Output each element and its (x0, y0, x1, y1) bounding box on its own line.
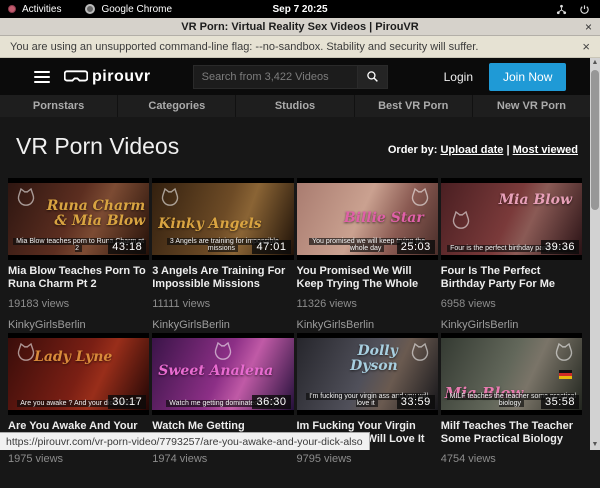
page-content: VR Porn Videos Order by: Upload date | M… (0, 117, 590, 450)
cat-mask-logo-icon (552, 341, 576, 365)
video-thumbnail[interactable]: Mia Blow Four is the perfect birthday pa… (441, 178, 582, 260)
order-by-label: Order by: (388, 144, 438, 156)
thumbnail-title-art: Sweet Analena (152, 364, 289, 379)
site-header: pirouvr Login Join Now (0, 58, 600, 95)
studio-link[interactable]: KinkyGirlsBerlin (152, 319, 293, 331)
system-top-bar: Activities Google Chrome Sep 7 20:25 (0, 0, 600, 18)
view-count: 19183 views (8, 298, 149, 310)
video-title[interactable]: Milf Teaches The Teacher Some Practical … (441, 420, 582, 446)
thumbnail-title-art: Mia Blow (441, 193, 572, 208)
video-thumbnail[interactable]: Runa Charm & Mia Blow Mia Blow teaches p… (8, 178, 149, 260)
duration-badge: 36:30 (252, 395, 290, 409)
video-thumbnail[interactable]: Billie Star You promised we will keep tr… (297, 178, 438, 260)
cat-mask-logo-icon (158, 186, 182, 210)
duration-badge: 35:58 (541, 395, 579, 409)
video-card[interactable]: Mia Blow Four is the perfect birthday pa… (441, 178, 582, 333)
studio-link[interactable]: KinkyGirlsBerlin (8, 319, 149, 331)
thumbnail-title-art: Kinky Angels (152, 217, 289, 232)
close-window-icon[interactable]: × (585, 20, 592, 34)
sandbox-warning-bar: You are using an unsupported command-lin… (0, 36, 600, 58)
browser-title-bar: VR Porn: Virtual Reality Sex Videos | Pi… (0, 18, 600, 36)
video-title[interactable]: You Promised We Will Keep Trying The Who… (297, 265, 438, 291)
link-status-tooltip: https://pirouvr.com/vr-porn-video/779325… (0, 432, 370, 450)
power-icon[interactable] (579, 4, 590, 15)
video-thumbnail[interactable]: Kinky Angels 3 Angels are training for i… (152, 178, 293, 260)
nav-item-studios[interactable]: Studios (236, 95, 354, 117)
studio-link[interactable]: KinkyGirlsBerlin (297, 319, 438, 331)
login-link[interactable]: Login (444, 70, 473, 84)
cat-mask-logo-icon (449, 209, 473, 233)
duration-badge: 33:59 (397, 395, 435, 409)
scroll-up-arrow-icon[interactable]: ▲ (590, 58, 600, 68)
view-count: 1975 views (8, 453, 149, 465)
scrollbar-thumb[interactable] (591, 70, 599, 210)
duration-badge: 43:18 (108, 240, 146, 254)
nav-item-best-vr-porn[interactable]: Best VR Porn (355, 95, 473, 117)
view-count: 11326 views (297, 298, 438, 310)
video-card[interactable]: Sweet Analena Watch me getting dominated… (152, 333, 293, 488)
hamburger-menu-icon[interactable] (34, 71, 50, 83)
site-logo[interactable]: pirouvr (64, 68, 151, 86)
vr-goggles-icon (64, 70, 88, 84)
video-thumbnail[interactable]: Dolly Dyson I'm fucking your virgin ass … (297, 333, 438, 415)
view-count: 1974 views (152, 453, 293, 465)
vertical-scrollbar[interactable]: ▲ ▼ (590, 58, 600, 450)
video-card[interactable]: Billie Star You promised we will keep tr… (297, 178, 438, 333)
screen-record-indicator-icon (8, 5, 16, 13)
video-title[interactable]: Mia Blow Teaches Porn To Runa Charm Pt 2 (8, 265, 149, 291)
video-card[interactable]: Runa Charm & Mia Blow Mia Blow teaches p… (8, 178, 149, 333)
duration-badge: 47:01 (252, 240, 290, 254)
video-thumbnail[interactable]: Mia Blow MILF teaches the teacher some p… (441, 333, 582, 415)
order-by-controls: Order by: Upload date | Most viewed (388, 144, 578, 160)
video-card[interactable]: Lady Lyne Are you awake ? And your dick … (8, 333, 149, 488)
video-card[interactable]: Kinky Angels 3 Angels are training for i… (152, 178, 293, 333)
order-by-most-viewed-link[interactable]: Most viewed (513, 144, 578, 156)
duration-badge: 30:17 (108, 395, 146, 409)
cat-mask-logo-icon (211, 340, 235, 364)
join-now-button[interactable]: Join Now (489, 63, 566, 91)
thumbnail-title-art: Dolly Dyson (297, 344, 398, 373)
video-card[interactable]: Dolly Dyson I'm fucking your virgin ass … (297, 333, 438, 488)
view-count: 9795 views (297, 453, 438, 465)
video-thumbnail[interactable]: Lady Lyne Are you awake ? And your dick … (8, 333, 149, 415)
scroll-down-arrow-icon[interactable]: ▼ (590, 440, 600, 450)
video-title[interactable]: Four Is The Perfect Birthday Party For M… (441, 265, 582, 291)
view-count: 4754 views (441, 453, 582, 465)
duration-badge: 39:36 (541, 240, 579, 254)
view-count: 6958 views (441, 298, 582, 310)
cat-mask-logo-icon (408, 341, 432, 365)
view-count: 11111 views (152, 298, 293, 310)
network-tray-icon[interactable] (556, 4, 567, 15)
video-title[interactable]: 3 Angels Are Training For Impossible Mis… (152, 265, 293, 291)
focused-app-menu[interactable]: Google Chrome (101, 4, 172, 15)
nav-item-pornstars[interactable]: Pornstars (0, 95, 118, 117)
main-nav: Pornstars Categories Studios Best VR Por… (0, 95, 590, 117)
logo-text: pirouvr (92, 68, 151, 86)
german-flag (559, 370, 572, 379)
order-by-upload-date-link[interactable]: Upload date (440, 144, 503, 156)
cat-mask-logo-icon (408, 186, 432, 210)
activities-button[interactable]: Activities (22, 4, 61, 15)
chrome-app-icon (85, 4, 95, 14)
thumbnail-title-art: Billie Star (297, 211, 424, 226)
studio-link[interactable]: KinkyGirlsBerlin (441, 319, 582, 331)
video-thumbnail[interactable]: Sweet Analena Watch me getting dominated… (152, 333, 293, 415)
search-icon (366, 70, 379, 83)
search-input[interactable] (193, 65, 358, 89)
dismiss-warning-icon[interactable]: × (582, 39, 590, 54)
page-title: VR Porn Videos (16, 133, 179, 160)
status-url: https://pirouvr.com/vr-porn-video/779325… (6, 436, 363, 448)
warning-text: You are using an unsupported command-lin… (10, 41, 478, 53)
nav-item-categories[interactable]: Categories (118, 95, 236, 117)
duration-badge: 25:03 (397, 240, 435, 254)
window-title: VR Porn: Virtual Reality Sex Videos | Pi… (181, 21, 418, 33)
thumbnail-title-art: Lady Lyne (8, 350, 145, 365)
thumbnail-title-art: Runa Charm & Mia Blow (8, 199, 145, 228)
video-card[interactable]: Mia Blow MILF teaches the teacher some p… (441, 333, 582, 488)
search-button[interactable] (358, 65, 388, 89)
nav-item-new-vr-porn[interactable]: New VR Porn (473, 95, 590, 117)
